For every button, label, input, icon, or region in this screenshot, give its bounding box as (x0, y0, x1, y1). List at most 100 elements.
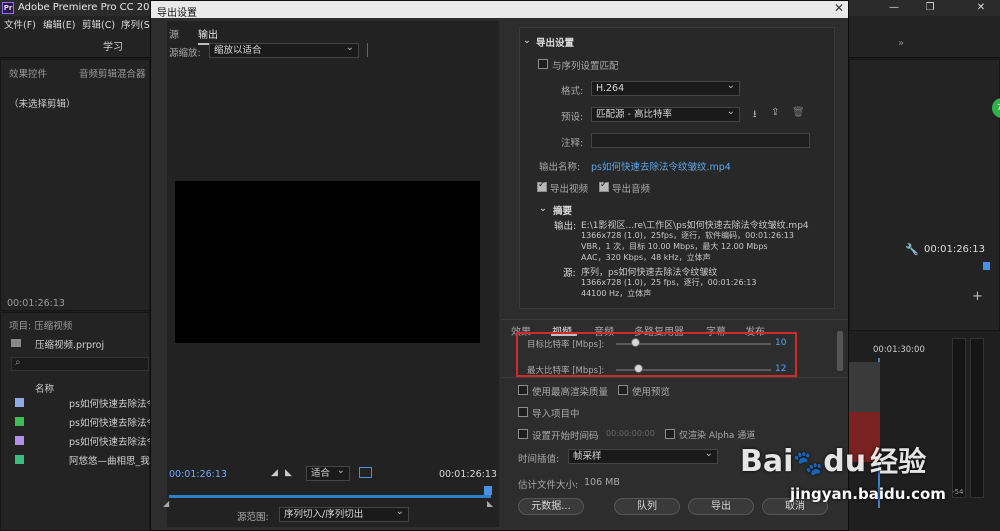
list-item[interactable]: ps如何快速去除法令 (69, 415, 156, 429)
meter-db-label: -54 (952, 488, 964, 496)
effect-timecode: 00:01:26:13 (7, 298, 65, 309)
comment-label: 注释: (561, 138, 584, 149)
list-item[interactable]: ps如何快速去除法令 (69, 396, 156, 410)
source-range-select[interactable]: 序列切入/序列切出 (279, 505, 409, 522)
watermark-url: jingyan.baidu.com (790, 485, 946, 503)
workspace-overflow-icon[interactable]: » (898, 38, 904, 49)
menu-clip[interactable]: 剪辑(C) (82, 17, 115, 31)
list-item[interactable]: 阿悠悠—曲相思_我 (69, 453, 150, 467)
render-alpha-checkbox[interactable] (665, 429, 675, 439)
green-badge: 72 (992, 98, 1000, 118)
tab-project[interactable]: 项目: 压缩视频 (9, 318, 72, 332)
no-clip-label: （未选择剪辑） (9, 99, 76, 110)
menu-file[interactable]: 文件(F) (4, 17, 36, 31)
workspace-learn-tab[interactable]: 学习 (103, 38, 123, 53)
time-interpolation-label: 时间插值: (518, 454, 560, 465)
collapse-chevron-icon[interactable]: ⌄ (523, 35, 531, 46)
start-timecode-checkbox[interactable] (518, 429, 528, 439)
output-name-label: 输出名称: (539, 162, 581, 173)
baidu-watermark: Bai🐾du 经验 (740, 440, 926, 480)
ruler-time: 00:01:30:00 (873, 345, 925, 355)
dialog-close-icon[interactable]: ✕ (834, 1, 844, 15)
export-button[interactable]: 导出 (688, 498, 754, 515)
tab-effect-controls[interactable]: 效果控件 (9, 66, 47, 80)
summary-chevron-icon[interactable]: ⌄ (539, 203, 547, 214)
comment-input[interactable] (591, 133, 810, 148)
preset-select[interactable]: 匹配源 - 高比特率 (591, 105, 740, 122)
tab-audio-mixer[interactable]: 音频剪辑混合器 (79, 66, 146, 80)
item-color-swatch (15, 398, 24, 407)
start-timecode-value[interactable]: 00:00:00:00 (606, 429, 655, 438)
project-file-name: 压缩视频.prproj (35, 340, 105, 351)
summary-source-label: 源: (563, 268, 576, 279)
item-color-swatch (15, 436, 24, 445)
folder-icon (11, 339, 21, 347)
range-playhead-icon[interactable] (484, 486, 492, 495)
project-panel: 项目: 压缩视频 压缩视频.prproj ⌕ 名称 ps如何快速去除法令 ps如… (0, 312, 156, 531)
fit-select[interactable]: 适合 (306, 464, 350, 481)
match-sequence-label: 与序列设置匹配 (552, 61, 619, 72)
import-preset-icon[interactable]: ⇪ (771, 107, 779, 118)
item-color-swatch (15, 417, 24, 426)
app-title: Adobe Premiere Pro CC 2018 - (18, 2, 170, 13)
summary-output-label: 输出: (554, 221, 577, 232)
range-start-handle-icon[interactable]: ◢ (163, 499, 169, 508)
crop-icon[interactable] (359, 467, 372, 478)
close-app-button[interactable]: ✕ (962, 0, 1000, 16)
save-preset-icon[interactable]: ⭳ (753, 107, 757, 124)
add-button-icon[interactable]: + (972, 289, 983, 304)
minimize-button[interactable]: — (879, 0, 909, 16)
output-name-link[interactable]: ps如何快速去除法令纹皱纹.mp4 (591, 159, 731, 173)
range-end-handle-icon[interactable]: ◣ (487, 499, 493, 508)
tab-source[interactable]: 源 (169, 26, 179, 41)
search-icon: ⌕ (15, 357, 21, 368)
menu-sequence[interactable]: 序列(S) (121, 17, 153, 31)
watermark-brand2: du (823, 444, 867, 479)
maximize-button[interactable]: ❐ (915, 0, 945, 16)
menu-edit[interactable]: 编辑(E) (43, 17, 75, 31)
export-video-checkbox[interactable] (537, 180, 547, 192)
metadata-button[interactable]: 元数据... (518, 498, 584, 515)
max-render-quality-label: 使用最高渲染质量 (532, 387, 609, 398)
delete-preset-icon[interactable]: 🗑 (792, 107, 805, 118)
source-scaling-label: 源缩放: (169, 48, 201, 59)
export-settings-header: 导出设置 (536, 38, 575, 49)
import-into-project-label: 导入项目中 (532, 409, 580, 420)
match-sequence-checkbox[interactable] (538, 59, 548, 69)
watermark-jingyan: 经验 (870, 445, 927, 478)
audio-meter-left (952, 338, 966, 498)
file-size-value: 106 MB (584, 477, 620, 488)
divider (502, 319, 848, 320)
dialog-title: 导出设置 (157, 8, 197, 19)
format-select[interactable]: H.264 (591, 79, 740, 96)
paw-icon: 🐾 (793, 449, 824, 477)
mark-in-icon[interactable]: ◢ (271, 468, 278, 478)
settings-scrollbar[interactable] (837, 331, 843, 371)
time-interpolation-select[interactable]: 帧采样 (568, 447, 718, 464)
summary-output-line: AAC，320 Kbps，48 kHz，立体声 (581, 253, 711, 262)
import-into-project-checkbox[interactable] (518, 407, 528, 417)
timecode-out: 00:01:26:13 (439, 469, 497, 480)
list-item[interactable]: ps如何快速去除法令 (69, 434, 156, 448)
export-audio-checkbox[interactable] (599, 180, 609, 192)
audio-meter-right (970, 338, 984, 498)
divider (367, 43, 368, 57)
preset-label: 预设: (561, 112, 584, 123)
source-scaling-select[interactable]: 缩放以适合 (209, 41, 359, 58)
export-audio-label: 导出音频 (612, 184, 651, 195)
queue-button[interactable]: 队列 (614, 498, 680, 515)
mark-out-icon[interactable]: ◣ (285, 468, 292, 478)
premiere-logo-icon: Pr (2, 2, 14, 14)
playhead-icon[interactable] (983, 262, 990, 270)
item-color-swatch (15, 455, 24, 464)
use-previews-checkbox[interactable] (618, 385, 628, 395)
dialog-titlebar: 导出设置 ✕ (151, 1, 848, 19)
max-render-quality-checkbox[interactable] (518, 385, 528, 395)
use-previews-label: 使用预览 (632, 387, 671, 398)
highlight-box (516, 332, 797, 377)
effect-controls-panel: 效果控件 音频剪辑混合器 （未选择剪辑） 00:01:26:13 (0, 59, 150, 311)
source-range-bar[interactable] (169, 495, 491, 498)
wrench-icon[interactable]: 🔧 (905, 243, 919, 256)
start-timecode-label: 设置开始时间码 (532, 431, 599, 442)
project-search-input[interactable]: ⌕ (11, 357, 149, 371)
